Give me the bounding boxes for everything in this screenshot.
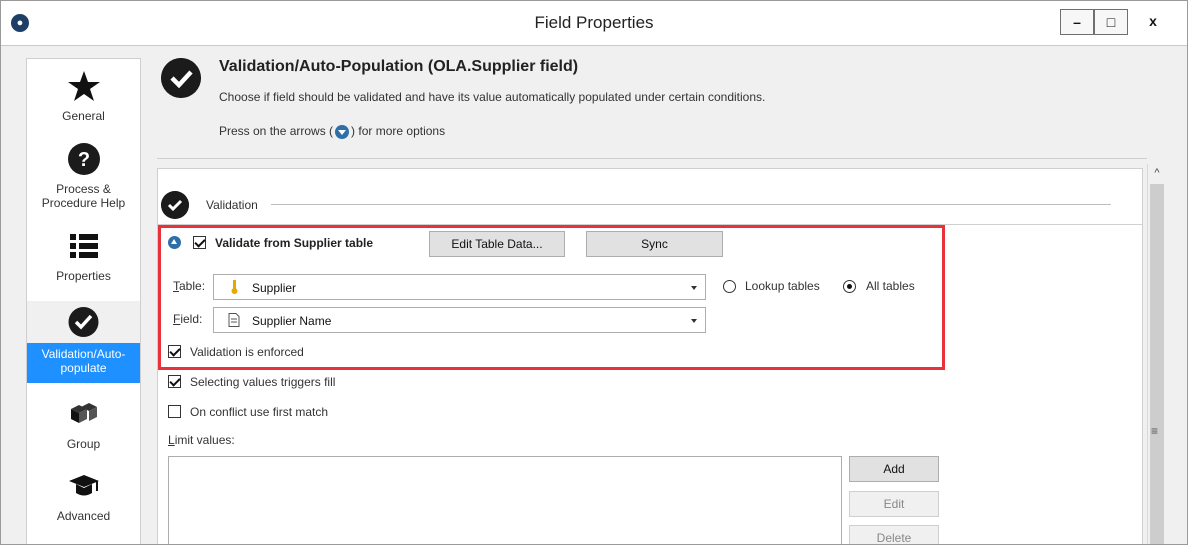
svg-text:?: ? — [77, 149, 89, 171]
edit-table-data-button[interactable]: Edit Table Data... — [429, 231, 565, 257]
triggers-fill-checkbox[interactable] — [168, 375, 181, 388]
field-select-value: Supplier Name — [252, 314, 332, 328]
sidebar-item-process-help[interactable]: ? Process & Procedure Help — [27, 142, 140, 210]
chevron-up-icon[interactable]: ^ — [1149, 167, 1165, 183]
validate-from-label: Validate from Supplier table — [215, 236, 374, 250]
sidebar: General ? Process & Procedure Help Prope… — [26, 58, 141, 544]
document-icon — [228, 313, 240, 327]
cubes-icon — [70, 403, 97, 423]
sidebar-item-label: Group — [66, 437, 101, 451]
sidebar-item-advanced[interactable]: Advanced — [27, 469, 140, 523]
add-button[interactable]: Add — [849, 456, 939, 482]
scrollbar-thumb[interactable] — [1150, 184, 1164, 544]
first-match-checkbox[interactable] — [168, 405, 181, 418]
limit-values-list[interactable] — [168, 456, 842, 544]
minimize-button[interactable]: – — [1060, 9, 1094, 35]
graduation-cap-icon — [68, 475, 99, 496]
first-match-label: On conflict use first match — [190, 405, 329, 419]
field-select[interactable]: Supplier Name — [213, 307, 706, 333]
table-select[interactable]: Supplier — [213, 274, 706, 300]
close-button[interactable]: x — [1129, 9, 1177, 35]
options-hint: Press on the arrows ( ) for more options — [219, 124, 445, 139]
chevron-down-icon — [691, 286, 697, 290]
field-label: Field: — [173, 312, 202, 326]
sidebar-item-validation[interactable]: Validation/Auto-populate — [27, 301, 140, 383]
key-icon — [231, 280, 238, 294]
limit-values-label: Limit values: — [168, 433, 235, 447]
help-icon: ? — [67, 143, 100, 175]
maximize-button[interactable]: □ — [1094, 9, 1128, 35]
edit-button[interactable]: Edit — [849, 491, 939, 517]
table-select-value: Supplier — [252, 281, 297, 295]
sidebar-item-label: Properties — [56, 269, 111, 283]
limit-values-text: imit values: — [174, 433, 235, 447]
vertical-scrollbar[interactable]: ^ ≡ — [1147, 164, 1166, 544]
field-label-text: ield: — [180, 312, 203, 326]
list-icon — [69, 234, 98, 258]
sidebar-item-label: General — [62, 109, 105, 123]
all-tables-radio[interactable] — [843, 280, 856, 293]
grip-icon: ≡ — [1151, 424, 1159, 438]
window-title: Field Properties — [534, 13, 654, 32]
check-circle-icon — [27, 301, 140, 343]
sidebar-item-general[interactable]: General — [27, 69, 140, 123]
star-icon — [67, 71, 100, 101]
expand-arrow-icon — [335, 124, 350, 139]
section-label: Validation — [206, 198, 258, 212]
validate-from-checkbox[interactable] — [193, 236, 206, 249]
sidebar-item-label: Validation/Auto-populate — [41, 347, 126, 375]
page-description: Choose if field should be validated and … — [219, 90, 766, 104]
table-label-text: able: — [179, 279, 206, 293]
sidebar-item-label: Advanced — [56, 509, 111, 523]
lookup-tables-label: Lookup tables — [745, 279, 820, 293]
validation-enforced-checkbox[interactable] — [168, 345, 181, 358]
divider — [157, 158, 1147, 159]
hint-text: Press on the arrows ( — [219, 124, 334, 138]
validation-enforced-label: Validation is enforced — [190, 345, 304, 359]
lookup-tables-radio[interactable] — [723, 280, 736, 293]
title-bar: ● Field Properties – □ x — [1, 1, 1187, 46]
check-circle-icon — [161, 191, 189, 219]
hint-text: ) for more options — [351, 124, 446, 138]
check-circle-icon — [161, 58, 201, 98]
expand-arrow-icon[interactable] — [168, 236, 181, 249]
field-properties-window: ● Field Properties – □ x General ? Proce… — [0, 0, 1188, 545]
page-title: Validation/Auto-Population (OLA.Supplier… — [219, 58, 579, 75]
chevron-down-icon — [691, 319, 697, 323]
section-divider — [271, 204, 1111, 205]
sidebar-item-group[interactable]: Group — [27, 397, 140, 451]
triggers-fill-label: Selecting values triggers fill — [190, 375, 336, 389]
sidebar-item-properties[interactable]: Properties — [27, 229, 140, 283]
sidebar-item-label: Process & Procedure Help — [41, 182, 126, 210]
sync-button[interactable]: Sync — [586, 231, 723, 257]
limit-values-accel: L — [168, 433, 175, 447]
all-tables-label: All tables — [866, 279, 915, 293]
delete-button[interactable]: Delete — [849, 525, 939, 544]
table-label: Table: — [173, 279, 205, 293]
